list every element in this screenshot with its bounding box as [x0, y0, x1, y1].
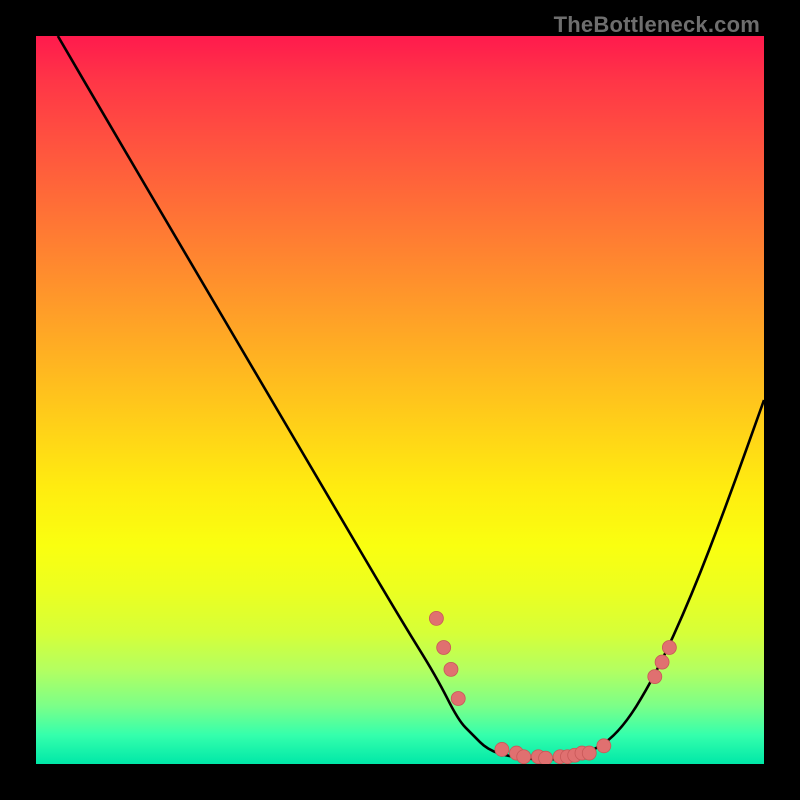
chart-frame: TheBottleneck.com	[0, 0, 800, 800]
data-point	[539, 751, 553, 764]
data-point	[517, 750, 531, 764]
curve-line	[58, 36, 764, 759]
watermark-text: TheBottleneck.com	[554, 12, 760, 38]
data-point	[662, 641, 676, 655]
data-point	[582, 746, 596, 760]
data-point	[437, 641, 451, 655]
data-point	[451, 691, 465, 705]
data-point	[648, 670, 662, 684]
data-point	[429, 611, 443, 625]
chart-svg	[36, 36, 764, 764]
data-point	[444, 662, 458, 676]
data-point	[655, 655, 669, 669]
data-points	[429, 611, 676, 764]
data-point	[597, 739, 611, 753]
data-point	[495, 742, 509, 756]
plot-area	[36, 36, 764, 764]
